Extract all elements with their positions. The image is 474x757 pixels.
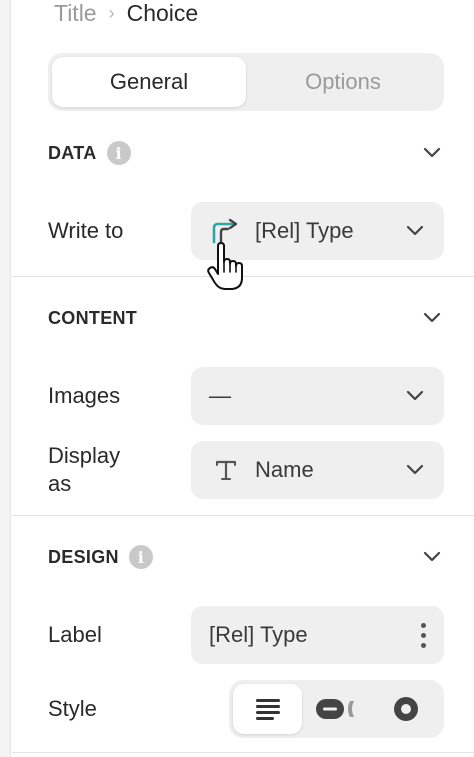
data-section-title: DATA bbox=[48, 142, 97, 163]
section-divider bbox=[12, 752, 474, 753]
chevron-down-icon[interactable] bbox=[420, 141, 444, 165]
label-input[interactable]: [Rel] Type bbox=[191, 606, 444, 664]
design-section-header[interactable]: DESIGN i bbox=[48, 542, 444, 572]
display-as-label-line1: Display bbox=[48, 443, 121, 468]
breadcrumb-root[interactable]: Title bbox=[54, 0, 97, 27]
breadcrumb-current: Choice bbox=[126, 0, 199, 26]
chevron-down-icon bbox=[404, 459, 426, 481]
display-as-label: Display as bbox=[48, 442, 120, 498]
display-as-select[interactable]: Name bbox=[191, 441, 444, 499]
info-icon[interactable]: i bbox=[128, 545, 153, 569]
tab-general[interactable]: General bbox=[52, 57, 246, 107]
more-options-icon[interactable] bbox=[421, 622, 426, 648]
data-section-header[interactable]: DATA i bbox=[48, 138, 444, 168]
properties-panel: Title › Choice General Options DATA i Wr… bbox=[12, 0, 474, 757]
hand-pointer-cursor-icon bbox=[207, 242, 243, 290]
chevron-down-icon[interactable] bbox=[420, 545, 444, 569]
label-input-value: [Rel] Type bbox=[209, 622, 308, 647]
content-section-title: CONTENT bbox=[48, 307, 138, 328]
write-to-value: [Rel] Type bbox=[255, 218, 354, 243]
section-divider bbox=[12, 515, 474, 516]
pill-style-icon[interactable] bbox=[302, 684, 371, 734]
tab-switcher: General Options bbox=[48, 53, 444, 111]
images-label: Images bbox=[48, 383, 121, 408]
label-field-label: Label bbox=[48, 622, 102, 647]
radio-style-icon[interactable] bbox=[371, 684, 440, 734]
breadcrumb-separator: › bbox=[108, 2, 115, 23]
style-selector bbox=[229, 680, 444, 738]
tab-options[interactable]: Options bbox=[246, 57, 440, 107]
images-select[interactable]: — bbox=[191, 367, 444, 425]
design-section-title: DESIGN bbox=[48, 546, 119, 567]
display-as-value: Name bbox=[255, 457, 314, 482]
style-label: Style bbox=[48, 696, 97, 721]
left-rail bbox=[0, 0, 11, 757]
images-value: — bbox=[209, 383, 231, 408]
write-to-label: Write to bbox=[48, 218, 124, 243]
content-section-header[interactable]: CONTENT bbox=[48, 303, 444, 333]
relation-arrow-icon bbox=[209, 217, 243, 245]
breadcrumb: Title › Choice bbox=[54, 0, 198, 28]
info-icon[interactable]: i bbox=[106, 141, 131, 165]
display-as-label-line2: as bbox=[48, 471, 72, 496]
chevron-down-icon bbox=[404, 385, 426, 407]
text-T-icon bbox=[209, 456, 243, 484]
list-style-icon[interactable] bbox=[233, 684, 302, 734]
chevron-down-icon[interactable] bbox=[420, 306, 444, 330]
chevron-down-icon bbox=[404, 220, 426, 242]
